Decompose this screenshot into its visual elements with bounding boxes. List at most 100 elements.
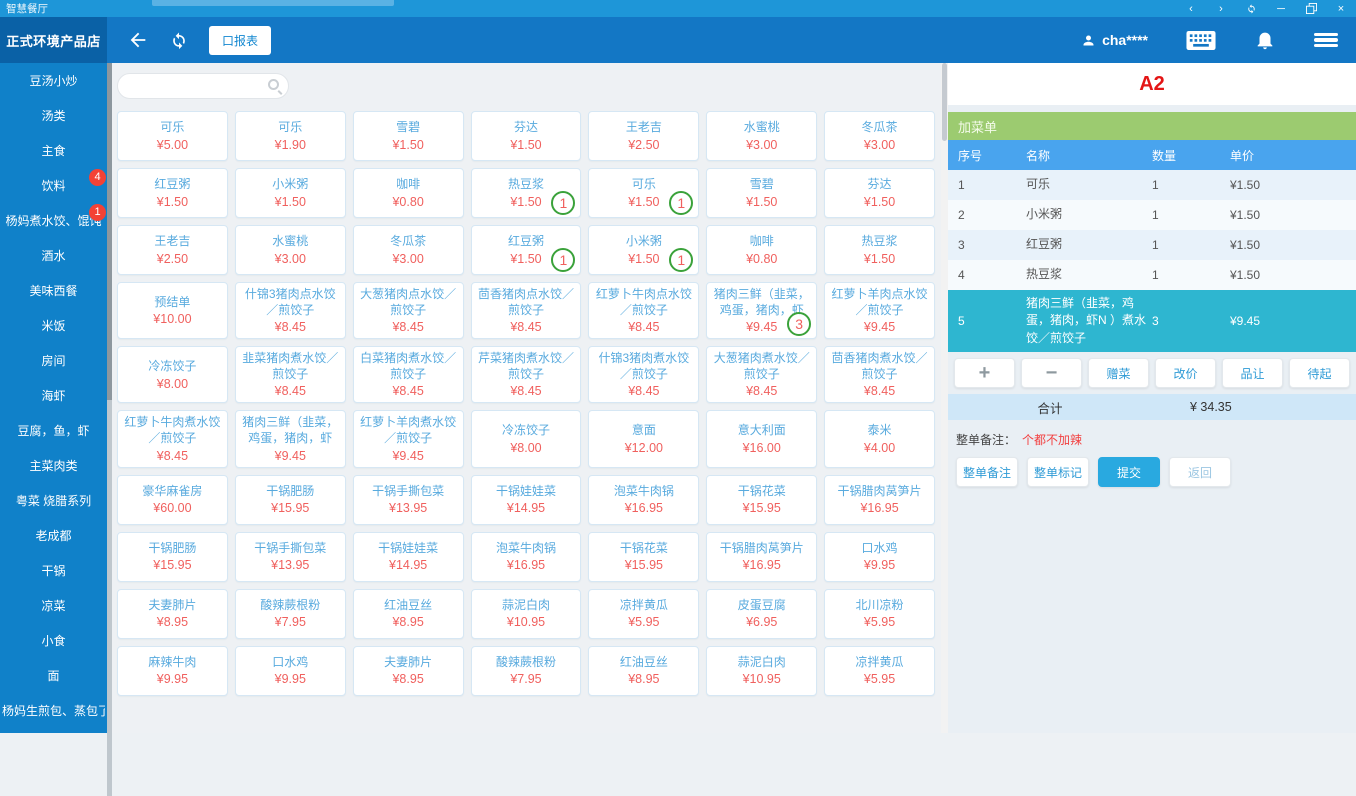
sidebar-category-item[interactable]: 小食 xyxy=(0,623,107,658)
menu-item-card[interactable]: 白菜猪肉煮水饺／煎饺子 ¥8.45 xyxy=(353,346,464,403)
sidebar-category-item[interactable]: 豆汤小炒 xyxy=(0,63,107,98)
menu-item-card[interactable]: 冬瓜茶 ¥3.00 xyxy=(353,225,464,275)
menu-item-card[interactable]: 冷冻饺子 ¥8.00 xyxy=(471,410,582,467)
menu-item-card[interactable]: 意面 ¥12.00 xyxy=(588,410,699,467)
order-action-button[interactable]: + xyxy=(954,358,1015,388)
menu-item-card[interactable]: 口水鸡 ¥9.95 xyxy=(824,532,935,582)
sidebar-category-item[interactable]: 杨妈煮水饺、馄饨 1 xyxy=(0,203,107,238)
order-action-button[interactable]: 赠菜 xyxy=(1088,358,1149,388)
menu-item-card[interactable]: 麻辣牛肉 ¥9.95 xyxy=(117,646,228,696)
report-button[interactable]: 口报表 xyxy=(209,26,271,55)
menu-item-card[interactable]: 小米粥 ¥1.50 xyxy=(235,168,346,218)
menu-item-card[interactable]: 凉拌黄瓜 ¥5.95 xyxy=(824,646,935,696)
order-row[interactable]: 4 热豆浆 1 ¥1.50 xyxy=(948,260,1356,290)
back-arrow-icon[interactable] xyxy=(127,29,149,51)
order-footer-button[interactable]: 返回 xyxy=(1169,457,1231,487)
order-row[interactable]: 1 可乐 1 ¥1.50 xyxy=(948,170,1356,200)
menu-item-card[interactable]: 干锅腊肉莴笋片 ¥16.95 xyxy=(824,475,935,525)
menu-item-card[interactable]: 红油豆丝 ¥8.95 xyxy=(588,646,699,696)
order-action-button[interactable]: 品让 xyxy=(1222,358,1283,388)
menu-item-card[interactable]: 蒜泥白肉 ¥10.95 xyxy=(471,589,582,639)
menu-item-card[interactable]: 干锅腊肉莴笋片 ¥16.95 xyxy=(706,532,817,582)
menu-item-card[interactable]: 热豆浆 ¥1.50 xyxy=(824,225,935,275)
menu-item-card[interactable]: 猪肉三鲜（韭菜，鸡蛋，猪肉，虾 ¥9.45 xyxy=(235,410,346,467)
menu-item-card[interactable]: 芬达 ¥1.50 xyxy=(824,168,935,218)
sidebar-category-item[interactable]: 杨妈生煎包、蒸包了 xyxy=(0,693,107,728)
menu-item-card[interactable]: 干锅手撕包菜 ¥13.95 xyxy=(235,532,346,582)
order-row[interactable]: 5 猪肉三鲜（韭菜，鸡蛋，猪肉，虾N ）煮水饺／煎饺子 3 ¥9.45 xyxy=(948,290,1356,352)
sidebar-category-item[interactable]: 房间 xyxy=(0,343,107,378)
menu-item-card[interactable]: 小米粥 ¥1.50 1 xyxy=(588,225,699,275)
sidebar-category-item[interactable]: 美味西餐 xyxy=(0,273,107,308)
menu-item-card[interactable]: 雪碧 ¥1.50 xyxy=(706,168,817,218)
menu-item-card[interactable]: 冷冻饺子 ¥8.00 xyxy=(117,346,228,403)
menu-item-card[interactable]: 王老吉 ¥2.50 xyxy=(117,225,228,275)
sidebar-category-item[interactable]: 米饭 xyxy=(0,308,107,343)
sidebar-scrollbar-thumb[interactable] xyxy=(107,63,112,400)
order-footer-button[interactable]: 提交 xyxy=(1098,457,1160,487)
menu-item-card[interactable]: 可乐 ¥1.50 1 xyxy=(588,168,699,218)
order-row[interactable]: 3 红豆粥 1 ¥1.50 xyxy=(948,230,1356,260)
menu-item-card[interactable]: 芬达 ¥1.50 xyxy=(471,111,582,161)
menu-item-card[interactable]: 茴香猪肉煮水饺／煎饺子 ¥8.45 xyxy=(824,346,935,403)
menu-item-card[interactable]: 大葱猪肉点水饺／煎饺子 ¥8.45 xyxy=(353,282,464,339)
search-input[interactable] xyxy=(118,74,313,98)
menu-item-card[interactable]: 红豆粥 ¥1.50 1 xyxy=(471,225,582,275)
menu-item-card[interactable]: 红油豆丝 ¥8.95 xyxy=(353,589,464,639)
menu-item-card[interactable]: 芹菜猪肉煮水饺／煎饺子 ¥8.45 xyxy=(471,346,582,403)
reload-icon[interactable] xyxy=(1236,0,1266,17)
order-action-button[interactable]: − xyxy=(1021,358,1082,388)
menu-item-card[interactable]: 意大利面 ¥16.00 xyxy=(706,410,817,467)
menu-item-card[interactable]: 北川凉粉 ¥5.95 xyxy=(824,589,935,639)
menu-item-card[interactable]: 可乐 ¥5.00 xyxy=(117,111,228,161)
sidebar-category-item[interactable]: 酒水 xyxy=(0,238,107,273)
menu-item-card[interactable]: 蒜泥白肉 ¥10.95 xyxy=(706,646,817,696)
menu-item-card[interactable]: 雪碧 ¥1.50 xyxy=(353,111,464,161)
sidebar-category-item[interactable]: 主食 xyxy=(0,133,107,168)
sidebar-category-item[interactable]: 饮料 4 xyxy=(0,168,107,203)
menu-scrollbar[interactable] xyxy=(941,63,948,733)
menu-item-card[interactable]: 夫妻肺片 ¥8.95 xyxy=(117,589,228,639)
menu-item-card[interactable]: 茴香猪肉点水饺／煎饺子 ¥8.45 xyxy=(471,282,582,339)
menu-item-card[interactable]: 咖啡 ¥0.80 xyxy=(353,168,464,218)
menu-item-card[interactable]: 冬瓜茶 ¥3.00 xyxy=(824,111,935,161)
menu-icon[interactable] xyxy=(1314,33,1338,48)
menu-item-card[interactable]: 干锅花菜 ¥15.95 xyxy=(706,475,817,525)
order-footer-button[interactable]: 整单标记 xyxy=(1027,457,1089,487)
menu-item-card[interactable]: 干锅肥肠 ¥15.95 xyxy=(117,532,228,582)
order-action-button[interactable]: 待起 xyxy=(1289,358,1350,388)
minimize-icon[interactable]: ─ xyxy=(1266,0,1296,17)
menu-item-card[interactable]: 豪华麻雀房 ¥60.00 xyxy=(117,475,228,525)
restore-window-icon[interactable] xyxy=(1296,0,1326,17)
menu-item-card[interactable]: 王老吉 ¥2.50 xyxy=(588,111,699,161)
menu-item-card[interactable]: 凉拌黄瓜 ¥5.95 xyxy=(588,589,699,639)
menu-item-card[interactable]: 水蜜桃 ¥3.00 xyxy=(706,111,817,161)
menu-item-card[interactable]: 咖啡 ¥0.80 xyxy=(706,225,817,275)
order-action-button[interactable]: 改价 xyxy=(1155,358,1216,388)
sidebar-category-item[interactable]: 老成都 xyxy=(0,518,107,553)
menu-item-card[interactable]: 预结单 ¥10.00 xyxy=(117,282,228,339)
menu-item-card[interactable]: 水蜜桃 ¥3.00 xyxy=(235,225,346,275)
sidebar-category-item[interactable]: 干锅 xyxy=(0,553,107,588)
menu-item-card[interactable]: 口水鸡 ¥9.95 xyxy=(235,646,346,696)
order-footer-button[interactable]: 整单备注 xyxy=(956,457,1018,487)
sidebar-category-item[interactable]: 凉菜 xyxy=(0,588,107,623)
menu-item-card[interactable]: 什锦3猪肉点水饺／煎饺子 ¥8.45 xyxy=(235,282,346,339)
menu-item-card[interactable]: 干锅肥肠 ¥15.95 xyxy=(235,475,346,525)
user-account[interactable]: cha**** xyxy=(1081,32,1148,48)
menu-item-card[interactable]: 干锅花菜 ¥15.95 xyxy=(588,532,699,582)
menu-item-card[interactable]: 红萝卜牛肉点水饺／煎饺子 ¥8.45 xyxy=(588,282,699,339)
menu-item-card[interactable]: 泰米 ¥4.00 xyxy=(824,410,935,467)
menu-item-card[interactable]: 什锦3猪肉煮水饺／煎饺子 ¥8.45 xyxy=(588,346,699,403)
menu-item-card[interactable]: 可乐 ¥1.90 xyxy=(235,111,346,161)
menu-item-card[interactable]: 酸辣蕨根粉 ¥7.95 xyxy=(235,589,346,639)
menu-item-card[interactable]: 红萝卜羊肉点水饺／煎饺子 ¥9.45 xyxy=(824,282,935,339)
menu-item-card[interactable]: 韭菜猪肉煮水饺／煎饺子 ¥8.45 xyxy=(235,346,346,403)
close-icon[interactable]: × xyxy=(1326,0,1356,17)
order-row[interactable]: 2 小米粥 1 ¥1.50 xyxy=(948,200,1356,230)
menu-item-card[interactable]: 大葱猪肉煮水饺／煎饺子 ¥8.45 xyxy=(706,346,817,403)
nav-back-icon[interactable]: ‹ xyxy=(1176,0,1206,17)
refresh-icon[interactable] xyxy=(169,30,189,50)
menu-item-card[interactable]: 红萝卜羊肉煮水饺／煎饺子 ¥9.45 xyxy=(353,410,464,467)
menu-item-card[interactable]: 干锅娃娃菜 ¥14.95 xyxy=(353,532,464,582)
